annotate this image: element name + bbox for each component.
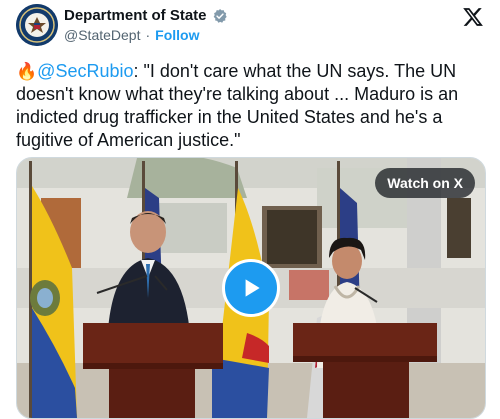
separator-dot: · — [145, 27, 151, 43]
post-card: Department of State @StateDept · Follow … — [0, 0, 500, 419]
author-sub-row: @StateDept · Follow — [64, 27, 199, 43]
fire-emoji-icon: 🔥 — [16, 62, 38, 81]
author-handle[interactable]: @StateDept — [64, 27, 140, 43]
video-player[interactable]: Watch on X — [16, 157, 486, 419]
play-icon — [245, 279, 260, 297]
x-logo-icon[interactable] — [462, 6, 484, 28]
follow-button[interactable]: Follow — [155, 27, 199, 43]
play-button[interactable] — [222, 259, 280, 317]
avatar[interactable] — [16, 4, 58, 46]
state-department-seal-icon — [16, 4, 58, 46]
mention-link[interactable]: @SecRubio — [37, 61, 133, 81]
post-text: 🔥@SecRubio: "I don't care what the UN sa… — [16, 60, 484, 152]
author-name-row: Department of State — [64, 7, 228, 24]
verified-badge-icon — [213, 8, 227, 23]
author-display-name[interactable]: Department of State — [64, 7, 207, 24]
watch-on-x-button[interactable]: Watch on X — [375, 168, 475, 198]
